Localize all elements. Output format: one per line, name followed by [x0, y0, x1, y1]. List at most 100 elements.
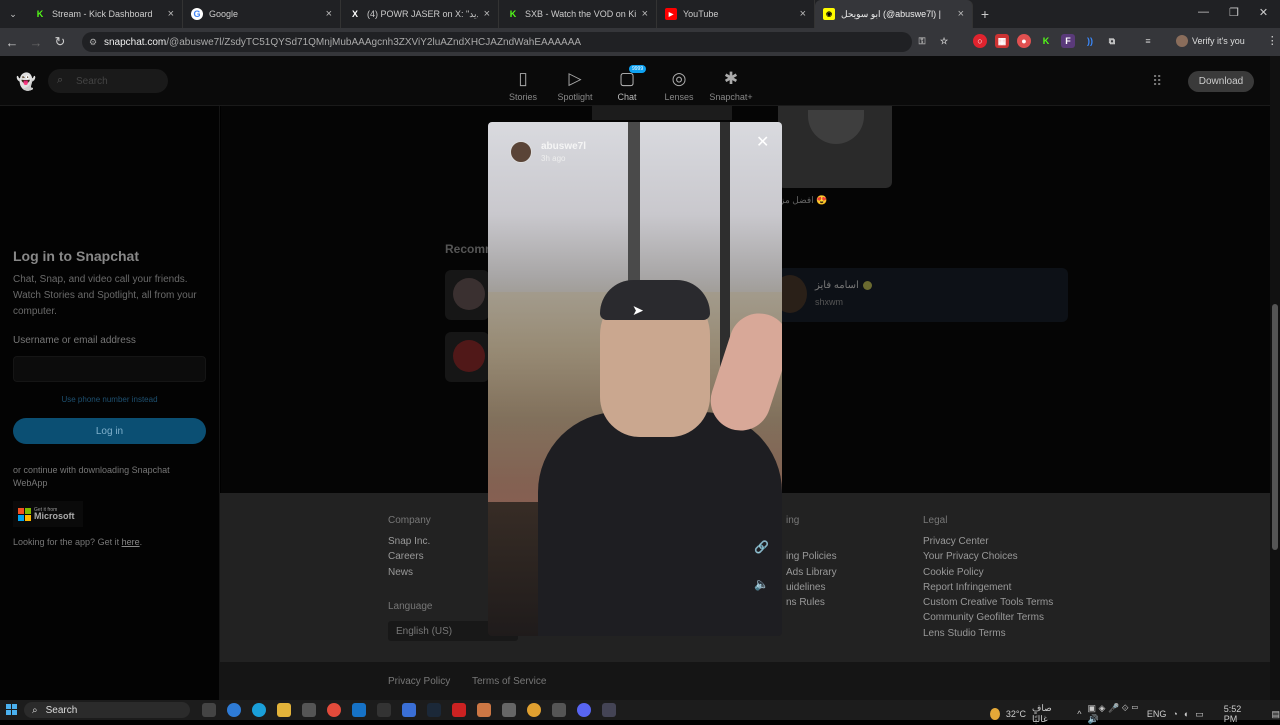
- extension-sound-icon[interactable]: )): [1083, 34, 1097, 48]
- nav-lenses[interactable]: ◎ Lenses: [649, 68, 709, 102]
- sound-icon[interactable]: 🔈: [754, 577, 769, 591]
- apps-grid-icon[interactable]: ⠿: [1152, 73, 1162, 90]
- app-icon[interactable]: [477, 703, 491, 717]
- app-icon[interactable]: [527, 703, 541, 717]
- avatar[interactable]: [510, 141, 532, 163]
- notification-icon[interactable]: ▤: [1271, 709, 1280, 720]
- chevron-up-icon[interactable]: ^: [1077, 709, 1081, 719]
- snapchat-ghost-icon[interactable]: 👻: [16, 72, 36, 92]
- discord-icon[interactable]: [577, 703, 591, 717]
- get-app-link[interactable]: here: [122, 537, 140, 547]
- outlook-icon[interactable]: [352, 703, 366, 717]
- forward-icon[interactable]: →: [24, 35, 48, 50]
- restore-icon[interactable]: ❐: [1229, 6, 1239, 19]
- footer-link[interactable]: ing Policies: [786, 551, 837, 566]
- footer-link[interactable]: Cookie Policy: [923, 567, 1053, 582]
- story-thumbnail[interactable]: [778, 106, 892, 188]
- minimize-icon[interactable]: —: [1198, 6, 1209, 19]
- file-explorer-icon[interactable]: [277, 703, 291, 717]
- story-thumbnail[interactable]: [592, 106, 732, 120]
- recommended-avatar[interactable]: [445, 270, 489, 320]
- close-tab-icon[interactable]: ×: [958, 8, 964, 20]
- app-icon[interactable]: [402, 703, 416, 717]
- footer-link[interactable]: Report Infringement: [923, 582, 1053, 597]
- tab-snapchat[interactable]: ◉ ابو سويحل (@abuswe7l) | ×: [815, 0, 973, 28]
- app-icon[interactable]: [377, 703, 391, 717]
- battery-icon[interactable]: ▭: [1195, 709, 1204, 720]
- page-scrollbar[interactable]: [1270, 56, 1280, 700]
- close-tab-icon[interactable]: ×: [800, 8, 806, 20]
- footer-link[interactable]: ns Rules: [786, 597, 837, 612]
- microsoft-store-badge[interactable]: Get it from Microsoft: [13, 501, 83, 527]
- task-view-icon[interactable]: [202, 703, 216, 717]
- copilot-icon[interactable]: [227, 703, 241, 717]
- footer-link[interactable]: News: [388, 567, 431, 582]
- store-icon[interactable]: [302, 703, 316, 717]
- app-icon[interactable]: [602, 703, 616, 717]
- footer-link[interactable]: Careers: [388, 551, 431, 566]
- tab-google[interactable]: G Google ×: [183, 0, 341, 28]
- url-field[interactable]: ⚙ snapchat.com/@abuswe7l/ZsdyTC51QYSd71Q…: [82, 32, 912, 52]
- wifi-icon[interactable]: ◔: [1172, 709, 1177, 719]
- chrome-icon[interactable]: [327, 703, 341, 717]
- footer-link[interactable]: Snap Inc.: [388, 536, 431, 551]
- use-phone-link[interactable]: Use phone number instead: [13, 395, 206, 404]
- reload-icon[interactable]: ↻: [48, 34, 72, 50]
- tab-kick-vod[interactable]: K SXB - Watch the VOD on Kick ×: [499, 0, 657, 28]
- tab-x[interactable]: X (4) POWR JASER on X: "م الجديد ×: [341, 0, 499, 28]
- close-tab-icon[interactable]: ×: [168, 8, 174, 20]
- terms-link[interactable]: Terms of Service: [472, 676, 546, 687]
- tab-search-icon[interactable]: ≡: [1141, 34, 1155, 48]
- privacy-policy-link[interactable]: Privacy Policy: [388, 676, 450, 687]
- link-icon[interactable]: 🔗: [754, 540, 769, 554]
- footer-link[interactable]: Custom Creative Tools Terms: [923, 597, 1053, 612]
- extension-calendar-icon[interactable]: ▦: [995, 34, 1009, 48]
- windows-start-icon[interactable]: [6, 704, 18, 716]
- steam-icon[interactable]: [427, 703, 441, 717]
- recommended-card[interactable]: اسامه فايز shxwm: [773, 268, 1068, 322]
- scrollbar-thumb[interactable]: [1272, 304, 1278, 550]
- nav-chat[interactable]: ▢ 9999 Chat: [597, 65, 657, 102]
- app-icon[interactable]: [502, 703, 516, 717]
- menu-kebab-icon[interactable]: ⋮: [1267, 34, 1278, 47]
- nav-stories[interactable]: ▯ Stories: [493, 68, 553, 102]
- story-viewer-modal[interactable]: abuswe7l 3h ago ✕ 🔗 🔈: [488, 122, 782, 636]
- footer-link[interactable]: Community Geofilter Terms: [923, 612, 1053, 627]
- nav-spotlight[interactable]: ▷ Spotlight: [545, 68, 605, 102]
- download-button[interactable]: Download: [1188, 71, 1254, 92]
- footer-link[interactable]: Ads Library: [786, 567, 837, 582]
- tab-kick-dashboard[interactable]: K Stream - Kick Dashboard ×: [26, 0, 183, 28]
- close-window-icon[interactable]: ✕: [1259, 6, 1268, 19]
- app-icon[interactable]: [452, 703, 466, 717]
- app-icon[interactable]: [552, 703, 566, 717]
- edge-icon[interactable]: [252, 703, 266, 717]
- password-key-icon[interactable]: ⚿: [915, 34, 929, 48]
- language-indicator[interactable]: ENG: [1147, 709, 1167, 719]
- story-username[interactable]: abuswe7l: [541, 141, 586, 152]
- taskbar-search[interactable]: ⌕ Search: [24, 702, 190, 718]
- footer-link[interactable]: Your Privacy Choices: [923, 551, 1053, 566]
- tray-icons[interactable]: ▣ ◈ 🎤 ⟐ ▭ 🔊: [1088, 703, 1141, 725]
- profile-verify-button[interactable]: Verify it's you ⋮: [1176, 34, 1278, 47]
- clock[interactable]: 5:52 PM: [1224, 704, 1252, 724]
- footer-link[interactable]: Privacy Center: [923, 536, 1053, 551]
- back-icon[interactable]: ←: [0, 35, 24, 50]
- footer-link[interactable]: Lens Studio Terms: [923, 628, 1053, 643]
- site-info-icon[interactable]: ⚙: [89, 37, 97, 48]
- close-tab-icon[interactable]: ×: [326, 8, 332, 20]
- bookmark-star-icon[interactable]: ☆: [937, 34, 951, 48]
- extension-red-icon[interactable]: ●: [1017, 34, 1031, 48]
- new-tab-button[interactable]: +: [973, 6, 997, 22]
- tab-youtube[interactable]: ▶ YouTube ×: [657, 0, 815, 28]
- extension-f-icon[interactable]: F: [1061, 34, 1075, 48]
- volume-icon[interactable]: ◐: [1184, 709, 1189, 719]
- close-tab-icon[interactable]: ×: [484, 8, 490, 20]
- close-icon[interactable]: ✕: [756, 132, 769, 152]
- extension-kick-icon[interactable]: K: [1039, 34, 1053, 48]
- extension-opera-icon[interactable]: ○: [973, 34, 987, 48]
- close-tab-icon[interactable]: ×: [642, 8, 648, 20]
- search-input[interactable]: ⌕ Search: [48, 69, 168, 93]
- tab-list-button[interactable]: ⌄: [0, 9, 26, 20]
- login-button[interactable]: Log in: [13, 418, 206, 444]
- footer-link[interactable]: uidelines: [786, 582, 837, 597]
